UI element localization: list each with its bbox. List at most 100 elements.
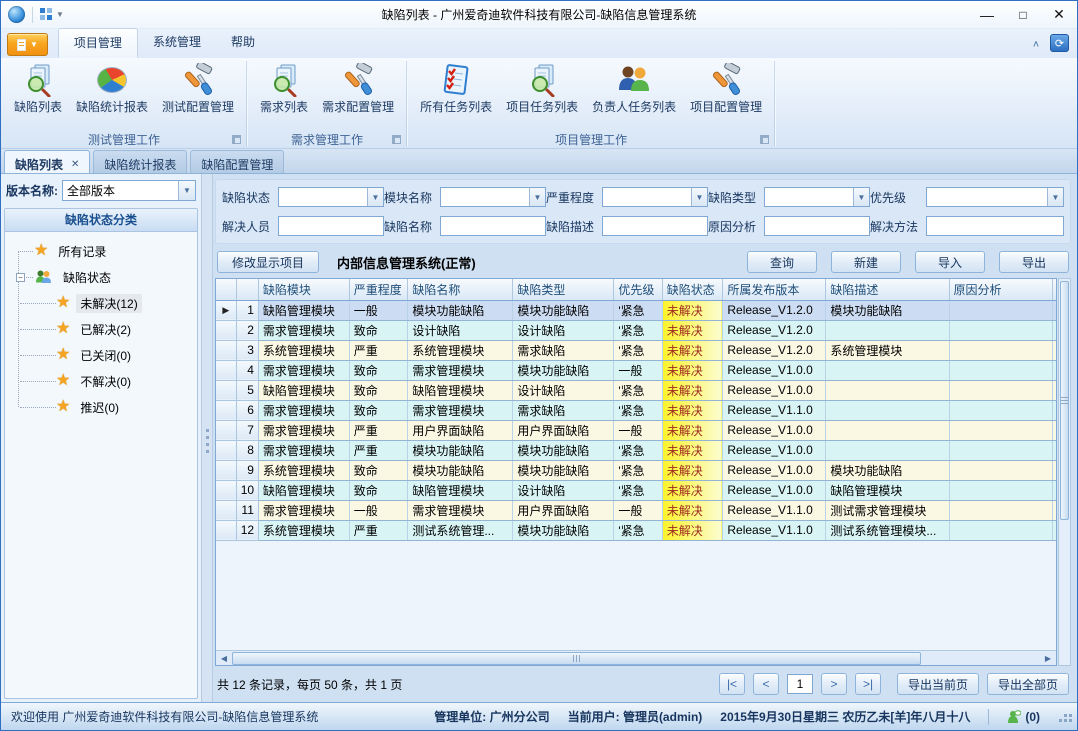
table-cell[interactable]: 一般 [349, 500, 408, 520]
column-header[interactable]: 缺陷描述 [826, 279, 949, 300]
table-cell[interactable]: 用户界面缺陷 [513, 420, 614, 440]
document-tab[interactable]: 缺陷统计报表 [93, 150, 187, 173]
table-cell[interactable]: 模块功能缺陷 [408, 440, 513, 460]
table-cell[interactable]: 未解决 [662, 420, 723, 440]
filter-input[interactable] [441, 217, 545, 235]
table-cell[interactable]: 一般 [614, 420, 662, 440]
table-cell[interactable]: '紧急 [614, 400, 662, 420]
table-row[interactable]: 7需求管理模块严重用户界面缺陷用户界面缺陷一般未解决Release_V1.0.0 [216, 420, 1056, 440]
table-cell[interactable]: '紧急 [614, 480, 662, 500]
close-icon[interactable]: ✕ [71, 159, 79, 170]
table-row[interactable]: 9系统管理模块致命模块功能缺陷模块功能缺陷'紧急未解决Release_V1.0.… [216, 460, 1056, 480]
tree-expander-icon[interactable]: − [16, 273, 25, 282]
table-cell[interactable]: Release_V1.0.0 [723, 480, 826, 500]
row-number-cell[interactable]: 3 [236, 340, 258, 360]
table-cell[interactable]: 严重 [349, 420, 408, 440]
table-cell[interactable] [826, 420, 949, 440]
table-cell[interactable]: 用户界面缺陷 [408, 420, 513, 440]
table-cell[interactable]: 设计缺陷 [513, 480, 614, 500]
filter-combobox[interactable]: ▼ [764, 187, 870, 207]
ribbon-button[interactable]: 测试配置管理 [155, 60, 241, 117]
row-number-cell[interactable]: 7 [236, 420, 258, 440]
table-cell[interactable]: '紧急 [614, 340, 662, 360]
table-cell[interactable]: 致命 [349, 380, 408, 400]
table-cell[interactable]: 模块功能缺陷 [513, 360, 614, 380]
resize-grip-icon[interactable] [1064, 714, 1067, 717]
scroll-left-icon[interactable]: ◀ [217, 652, 231, 665]
filter-combobox[interactable]: ▼ [440, 187, 546, 207]
ribbon-button[interactable]: 负责人任务列表 [585, 60, 683, 117]
table-cell[interactable] [826, 400, 949, 420]
row-number-cell[interactable]: 2 [236, 320, 258, 340]
ribbon-button[interactable]: 缺陷列表 [7, 60, 69, 117]
table-cell[interactable] [949, 300, 1052, 320]
dialog-launcher-icon[interactable] [760, 135, 769, 144]
row-number-cell[interactable]: 9 [236, 460, 258, 480]
table-cell[interactable]: Release_V1.2.0 [723, 340, 826, 360]
table-cell[interactable]: 需求管理模块 [258, 440, 349, 460]
export-current-page-button[interactable]: 导出当前页 [897, 673, 979, 695]
table-cell[interactable]: 一般 [614, 360, 662, 380]
collapse-ribbon-icon[interactable]: ∧ [1032, 38, 1040, 48]
table-cell[interactable]: 设计缺陷 [408, 320, 513, 340]
ribbon-tab[interactable]: 帮助 [216, 28, 270, 58]
filter-input[interactable] [765, 217, 869, 235]
row-indicator-cell[interactable] [216, 320, 236, 340]
prev-page-button[interactable]: < [753, 673, 779, 695]
table-cell[interactable]: Release_V1.0.0 [723, 380, 826, 400]
ribbon-button[interactable]: 项目配置管理 [683, 60, 769, 117]
tree-item[interactable]: −缺陷状态 [7, 264, 195, 290]
new-button[interactable]: 新建 [831, 251, 901, 273]
table-cell[interactable]: 致命 [349, 460, 408, 480]
table-cell[interactable]: Release_V1.0.0 [723, 420, 826, 440]
table-cell[interactable]: 严重 [349, 340, 408, 360]
table-cell[interactable]: 未解决 [662, 520, 723, 540]
row-number-cell[interactable]: 4 [236, 360, 258, 380]
table-cell[interactable]: Release_V1.1.0 [723, 500, 826, 520]
table-cell[interactable] [1052, 460, 1056, 480]
row-number-cell[interactable]: 10 [236, 480, 258, 500]
page-number-input[interactable] [787, 674, 813, 694]
table-cell[interactable]: 模块功能缺陷 [513, 520, 614, 540]
table-cell[interactable]: 系统管理模块 [258, 520, 349, 540]
table-cell[interactable]: 缺陷管理模块 [258, 300, 349, 320]
chevron-down-icon[interactable]: ▼ [367, 188, 383, 206]
filter-input[interactable] [927, 217, 1063, 235]
maximize-button[interactable]: □ [1005, 2, 1041, 28]
table-cell[interactable]: 用户界面缺陷 [513, 500, 614, 520]
scrollbar-thumb[interactable] [232, 652, 921, 665]
table-cell[interactable]: 需求管理模块 [258, 500, 349, 520]
filter-combobox[interactable]: ▼ [602, 187, 708, 207]
ribbon-button[interactable]: 所有任务列表 [413, 60, 499, 117]
table-cell[interactable] [949, 360, 1052, 380]
table-cell[interactable]: '紧急 [614, 460, 662, 480]
table-cell[interactable]: '紧急 [614, 300, 662, 320]
table-cell[interactable]: 需求管理模块 [258, 320, 349, 340]
table-cell[interactable] [949, 500, 1052, 520]
filter-combobox[interactable]: ▼ [926, 187, 1064, 207]
table-cell[interactable]: 致命 [349, 360, 408, 380]
table-cell[interactable]: 致命 [349, 480, 408, 500]
table-cell[interactable]: 需求管理模块 [258, 400, 349, 420]
table-row[interactable]: 3系统管理模块严重系统管理模块需求缺陷'紧急未解决Release_V1.2.0系… [216, 340, 1056, 360]
table-cell[interactable]: 未解决 [662, 460, 723, 480]
table-cell[interactable]: '紧急 [614, 320, 662, 340]
table-cell[interactable]: 需求缺陷 [513, 340, 614, 360]
export-all-pages-button[interactable]: 导出全部页 [987, 673, 1069, 695]
row-indicator-cell[interactable] [216, 420, 236, 440]
table-cell[interactable] [1052, 400, 1056, 420]
row-number-cell[interactable]: 12 [236, 520, 258, 540]
table-cell[interactable]: 未解决 [662, 340, 723, 360]
tree-item[interactable]: ★不解决(0) [7, 368, 195, 394]
help-icon[interactable]: ⟳ [1050, 34, 1069, 52]
application-menu-button[interactable]: ▼ [7, 33, 48, 56]
dialog-launcher-icon[interactable] [392, 135, 401, 144]
column-header[interactable]: 缺陷状态 [662, 279, 723, 300]
table-cell[interactable]: 未解决 [662, 500, 723, 520]
table-row[interactable]: 2需求管理模块致命设计缺陷设计缺陷'紧急未解决Release_V1.2.0 [216, 320, 1056, 340]
table-cell[interactable]: 缺陷管理模块 [258, 380, 349, 400]
table-cell[interactable]: 设计缺陷 [513, 380, 614, 400]
ribbon-button[interactable]: 缺陷统计报表 [69, 60, 155, 117]
tree-item[interactable]: ★未解决(12) [7, 290, 195, 316]
table-cell[interactable]: Release_V1.2.0 [723, 320, 826, 340]
